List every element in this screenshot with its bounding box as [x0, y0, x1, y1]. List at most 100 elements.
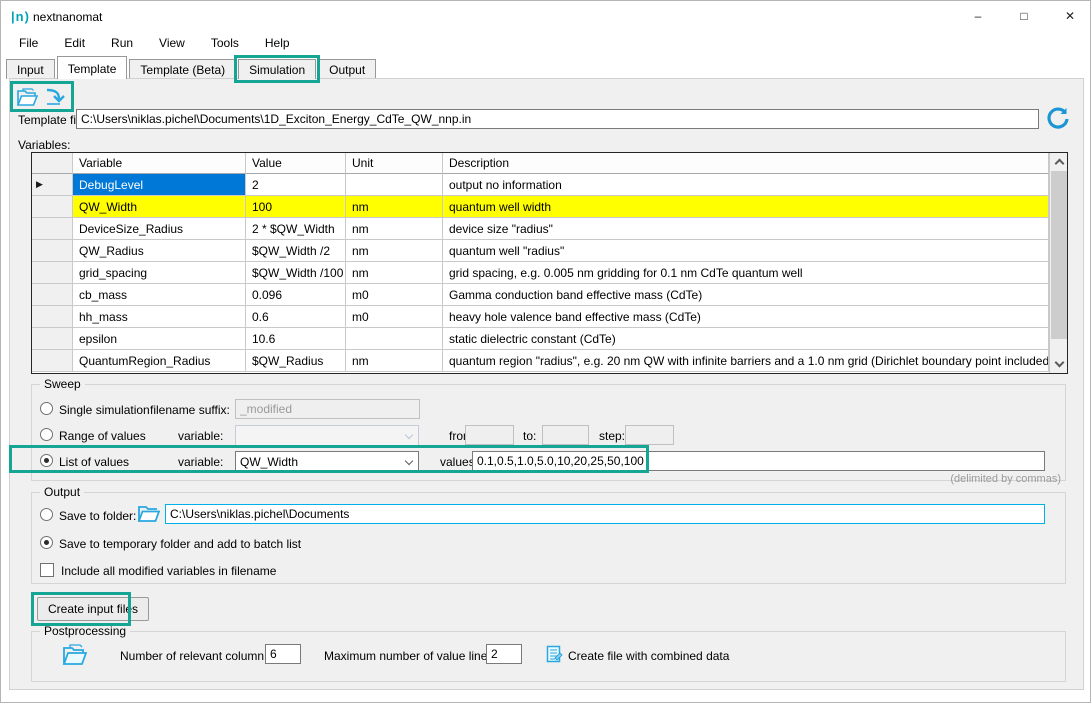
cell-variable[interactable]: hh_mass [73, 306, 246, 328]
cell-description[interactable]: static dielectric constant (CdTe) [443, 328, 1049, 350]
cell-value[interactable]: 0.6 [246, 306, 346, 328]
column-header-value[interactable]: Value [246, 153, 346, 174]
cell-description[interactable]: quantum well width [443, 196, 1049, 218]
table-row[interactable]: epsilon10.6 static dielectric constant (C… [32, 328, 1049, 350]
cell-unit[interactable]: m0 [346, 284, 443, 306]
include-variables-checkbox[interactable] [40, 563, 54, 577]
cell-description[interactable]: grid spacing, e.g. 0.005 nm gridding for… [443, 262, 1049, 284]
tab-output[interactable]: Output [318, 59, 376, 79]
scroll-up-icon[interactable] [1050, 153, 1068, 170]
cell-variable[interactable]: QW_Radius [73, 240, 246, 262]
cell-value[interactable]: 100 [246, 196, 346, 218]
row-header[interactable] [32, 262, 73, 284]
create-input-files-button[interactable]: Create input files [37, 597, 149, 621]
cell-value[interactable]: 10.6 [246, 328, 346, 350]
menu-tools[interactable]: Tools [201, 34, 249, 54]
menu-file[interactable]: File [9, 34, 48, 54]
menu-view[interactable]: View [149, 34, 195, 54]
cell-unit[interactable]: nm [346, 196, 443, 218]
table-row[interactable]: QW_Radius$QW_Width /2nmquantum well "rad… [32, 240, 1049, 262]
single-simulation-radio[interactable] [40, 402, 53, 415]
postprocessing-folder-icon[interactable] [60, 641, 88, 668]
column-header-unit[interactable]: Unit [346, 153, 443, 174]
cell-unit[interactable]: nm [346, 350, 443, 372]
cell-description[interactable]: heavy hole valence band effective mass (… [443, 306, 1049, 328]
list-variable-select[interactable]: QW_Width [235, 451, 419, 472]
row-header[interactable] [32, 328, 73, 350]
cell-value[interactable]: 2 * $QW_Width [246, 218, 346, 240]
tab-input[interactable]: Input [6, 59, 55, 79]
table-row[interactable]: QW_Width100nmquantum well width [32, 196, 1049, 218]
row-header[interactable] [32, 240, 73, 262]
close-button[interactable]: ✕ [1053, 4, 1087, 28]
row-header[interactable] [32, 350, 73, 372]
tab-template[interactable]: Template [57, 56, 128, 79]
tab-simulation[interactable]: Simulation [238, 59, 316, 79]
row-header[interactable] [32, 284, 73, 306]
cell-variable[interactable]: DeviceSize_Radius [73, 218, 246, 240]
table-row[interactable]: QuantumRegion_Radius$QW_Radiusnmquantum … [32, 350, 1049, 372]
value-lines-input[interactable] [486, 644, 522, 664]
cell-description[interactable]: quantum well "radius" [443, 240, 1049, 262]
menu-run[interactable]: Run [101, 34, 143, 54]
combined-data-label[interactable]: Create file with combined data [568, 649, 729, 663]
cell-variable[interactable]: QuantumRegion_Radius [73, 350, 246, 372]
relevant-column-input[interactable] [265, 644, 301, 664]
menu-edit[interactable]: Edit [54, 34, 95, 54]
values-input[interactable] [472, 451, 1045, 471]
minimize-button[interactable]: – [961, 4, 995, 28]
cell-variable[interactable]: QW_Width [73, 196, 246, 218]
browse-folder-icon[interactable] [136, 502, 160, 524]
cell-value[interactable]: 0.096 [246, 284, 346, 306]
cell-description[interactable]: device size "radius" [443, 218, 1049, 240]
open-template-icon[interactable] [15, 86, 39, 108]
table-scrollbar[interactable] [1049, 153, 1067, 373]
cell-value[interactable]: 2 [246, 174, 346, 196]
row-header[interactable] [32, 196, 73, 218]
row-header[interactable] [32, 218, 73, 240]
template-file-input[interactable] [76, 109, 1039, 129]
cell-variable[interactable]: epsilon [73, 328, 246, 350]
row-header[interactable]: ▶ [32, 174, 73, 196]
cell-value[interactable]: $QW_Width /100 [246, 262, 346, 284]
cell-unit[interactable] [346, 328, 443, 350]
table-row[interactable]: hh_mass0.6m0heavy hole valence band effe… [32, 306, 1049, 328]
cell-description[interactable]: quantum region "radius", e.g. 20 nm QW w… [443, 350, 1049, 372]
save-temp-folder-radio[interactable] [40, 536, 53, 549]
cell-value[interactable]: $QW_Width /2 [246, 240, 346, 262]
save-to-folder-radio[interactable] [40, 508, 53, 521]
table-row[interactable]: ▶DebugLevel2 output no information [32, 174, 1049, 196]
menu-help[interactable]: Help [255, 34, 300, 54]
cell-unit[interactable]: nm [346, 240, 443, 262]
range-of-values-radio[interactable] [40, 428, 53, 441]
refresh-icon[interactable] [1045, 106, 1071, 132]
filename-suffix-input[interactable] [235, 399, 420, 419]
list-of-values-radio[interactable] [40, 454, 53, 467]
cell-unit[interactable]: nm [346, 218, 443, 240]
range-variable-select[interactable] [235, 425, 419, 446]
scroll-down-icon[interactable] [1050, 356, 1068, 373]
cell-variable[interactable]: cb_mass [73, 284, 246, 306]
maximize-button[interactable]: □ [1007, 4, 1041, 28]
cell-value[interactable]: $QW_Radius [246, 350, 346, 372]
cell-description[interactable]: output no information [443, 174, 1049, 196]
to-input[interactable] [542, 425, 589, 445]
output-folder-input[interactable] [165, 504, 1045, 524]
cell-description[interactable]: Gamma conduction band effective mass (Cd… [443, 284, 1049, 306]
table-row[interactable]: grid_spacing$QW_Width /100nmgrid spacing… [32, 262, 1049, 284]
cell-unit[interactable]: nm [346, 262, 443, 284]
combined-data-file-icon[interactable] [546, 645, 563, 663]
column-header-variable[interactable]: Variable [73, 153, 246, 174]
table-row[interactable]: cb_mass0.096m0Gamma conduction band effe… [32, 284, 1049, 306]
from-input[interactable] [465, 425, 514, 445]
import-values-icon[interactable] [43, 86, 65, 108]
cell-variable[interactable]: DebugLevel [73, 174, 246, 196]
scrollbar-thumb[interactable] [1051, 171, 1067, 339]
tab-template-beta[interactable]: Template (Beta) [129, 59, 236, 79]
cell-variable[interactable]: grid_spacing [73, 262, 246, 284]
row-header[interactable] [32, 306, 73, 328]
table-row[interactable]: DeviceSize_Radius2 * $QW_Widthnmdevice s… [32, 218, 1049, 240]
cell-unit[interactable] [346, 174, 443, 196]
cell-unit[interactable]: m0 [346, 306, 443, 328]
step-input[interactable] [625, 425, 674, 445]
